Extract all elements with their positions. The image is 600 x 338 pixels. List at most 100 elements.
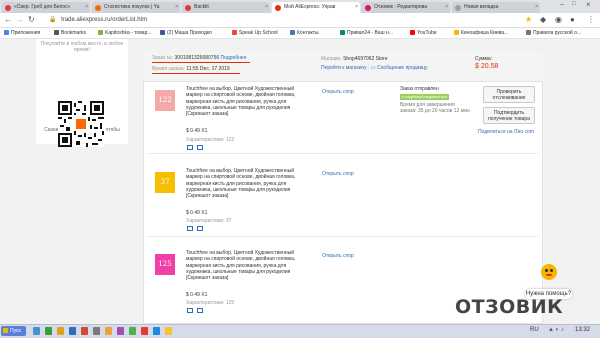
profile-icon[interactable]: ● [570,15,575,25]
taskbar-app-icon[interactable] [117,327,124,335]
bookmark-item[interactable]: Привал24 - Ваш н... [340,28,393,38]
taskbar-app-icon[interactable] [57,327,64,335]
open-dispute-link[interactable]: Открыть спор [322,89,354,95]
help-assistant-icon[interactable] [541,264,557,280]
product-thumbnail[interactable]: 37 [155,172,175,193]
open-dispute-link[interactable]: Открыть спор [322,253,354,259]
product-price: $ 0.49 X1 [186,128,208,134]
taskbar-app-icon[interactable] [69,327,76,335]
extension-icon[interactable]: ◆ [540,15,546,25]
bookmark-item[interactable]: Киноафиша Киева... [454,28,508,38]
order-number: 3001981326680756 [174,55,220,61]
bookmark-icon [232,30,237,36]
red-underline [152,73,240,74]
qr-code[interactable] [58,101,104,147]
url-field[interactable]: 🔒 trade.aliexpress.ru/orderList.htm [49,15,519,25]
bookmark-item[interactable]: Speak Up School [232,28,278,38]
taskbar-app-icon[interactable] [165,327,172,335]
chat-icon: ▭ [370,65,376,71]
store-actions: Перейти к магазину | ▭ Сообщение продавц… [321,65,428,71]
cart-icon[interactable] [187,226,193,231]
language-indicator[interactable]: RU [530,327,539,333]
taskbar-app-icon[interactable] [93,327,100,335]
snapshot-link[interactable]: [Скриншот заказа] [186,111,228,117]
product-description[interactable]: Touchfree на выбор, Цветной Художественн… [186,86,308,117]
browser-tab[interactable]: Отзовик - Редактирова × [362,2,450,13]
back-arrow-icon[interactable]: ← [4,15,12,25]
bookmark-icon [98,30,103,36]
product-description[interactable]: Touchfree на выбор, Цветной Художественн… [186,250,308,281]
message-seller-link[interactable]: Сообщение продавцу [377,65,427,71]
order-time-row: Время заказа: 11:55 Dec. 17 2019 [152,66,230,72]
bookmark-item[interactable]: Правила русской о... [526,28,581,38]
close-tab-icon[interactable]: × [535,2,538,13]
browser-tab[interactable]: «Свер. Гроб для Белос» × [2,2,90,13]
bookmark-item[interactable]: YouTube [410,28,437,38]
bookmark-icon [54,30,59,36]
favicon-icon [95,5,101,11]
share-link[interactable]: Поделиться на iTao.com [478,129,534,135]
product-thumbnail[interactable]: 122 [155,90,175,111]
goto-store-link[interactable]: Перейти к магазину [321,65,367,71]
minimize-icon[interactable]: – [560,1,564,8]
taskbar-app-icon[interactable] [45,327,52,335]
windows-logo-icon [3,328,8,333]
browser-tab[interactable]: Новая вкладка × [452,2,540,13]
reload-icon[interactable]: ↻ [28,15,35,25]
order-details-link[interactable]: Подробнее [221,55,247,61]
red-underline [152,62,250,63]
snapshot-link[interactable]: [Скриншот заказа] [186,275,228,281]
taskbar-app-icon[interactable] [81,327,88,335]
bookmarks-bar: Приложения Bookmarks Kapitoshka - товар.… [0,28,600,39]
bookmark-icon [290,30,295,36]
taskbar-app-icon[interactable] [153,327,160,335]
track-shipment-button[interactable]: Проверить отслеживание [483,86,535,103]
snapshot-link[interactable]: [Скриншот заказа] [186,193,228,199]
browser-tab[interactable]: Статистика покупок | Ya × [92,2,180,13]
bookmark-item[interactable]: Kapitoshka - товар... [98,28,152,38]
bookmark-item[interactable]: Bookmarks [54,28,86,38]
browser-tab-active[interactable]: Мой AliExpress: Управ × [272,2,360,13]
divider [147,236,539,237]
open-dispute-link[interactable]: Открыть спор [322,171,354,177]
close-tab-icon[interactable]: × [265,2,268,13]
extension-icon[interactable]: ◉ [555,15,562,25]
cart-icon[interactable] [197,308,203,313]
youtube-icon [410,30,415,36]
clock[interactable]: 13:32 [575,327,590,333]
page-content: Покупайте в любом месте, в любое время! … [0,39,600,324]
divider [147,153,539,154]
tray-icons[interactable]: ▲ ◐ ♪ [548,327,564,333]
close-tab-icon[interactable]: × [445,2,448,13]
maximize-icon[interactable]: □ [572,1,576,7]
taskbar-app-icon[interactable] [33,327,40,335]
apps-icon [4,30,9,36]
bookmark-apps[interactable]: Приложения [4,28,40,38]
close-tab-icon[interactable]: × [85,2,88,13]
favicon-icon [275,5,281,11]
menu-icon[interactable]: ⋮ [587,15,595,25]
product-thumbnail[interactable]: 125 [155,254,175,275]
browser-tab[interactable]: Backlit × [182,2,270,13]
cart-icon[interactable] [187,308,193,313]
taskbar-app-icon[interactable] [129,327,136,335]
bookmark-icon [160,30,165,36]
forward-arrow-icon[interactable]: → [16,15,24,25]
product-description[interactable]: Touchfree на выбор, Цветной Художественн… [186,168,308,199]
bookmark-item[interactable]: (2) Маша Приходко [160,28,212,38]
close-window-icon[interactable]: × [586,0,591,9]
favicon-icon [185,5,191,11]
product-price: $ 0.49 X1 [186,210,208,216]
taskbar-app-icon[interactable] [105,327,112,335]
close-tab-icon[interactable]: × [355,2,358,13]
tab-strip: «Свер. Гроб для Белос» × Статистика поку… [0,0,600,13]
star-icon[interactable]: ★ [525,15,532,25]
close-tab-icon[interactable]: × [175,2,178,13]
bookmark-item[interactable]: Контакты [290,28,319,38]
cart-icon[interactable] [197,226,203,231]
confirm-receipt-button[interactable]: Подтвердить получение товара [483,107,535,124]
start-button[interactable]: Пуск [1,326,26,336]
cart-icon[interactable] [187,145,193,150]
cart-icon[interactable] [197,145,203,150]
taskbar-app-icon[interactable] [141,327,148,335]
